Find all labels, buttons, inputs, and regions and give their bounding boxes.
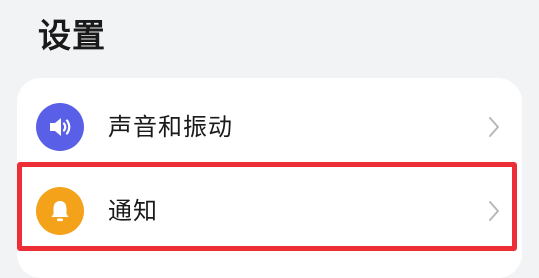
- settings-item-sound-and-vibration[interactable]: 声音和振动: [17, 84, 522, 170]
- page-title: 设置: [38, 16, 106, 55]
- settings-item-label: 声音和振动: [108, 113, 233, 141]
- settings-item-notifications[interactable]: 通知: [17, 168, 522, 254]
- chevron-right-icon: [484, 114, 504, 140]
- speaker-icon: [36, 103, 84, 151]
- settings-card: 声音和振动 通知: [17, 78, 522, 278]
- settings-item-label: 通知: [108, 197, 158, 225]
- bell-icon: [36, 187, 84, 235]
- chevron-right-icon: [484, 198, 504, 224]
